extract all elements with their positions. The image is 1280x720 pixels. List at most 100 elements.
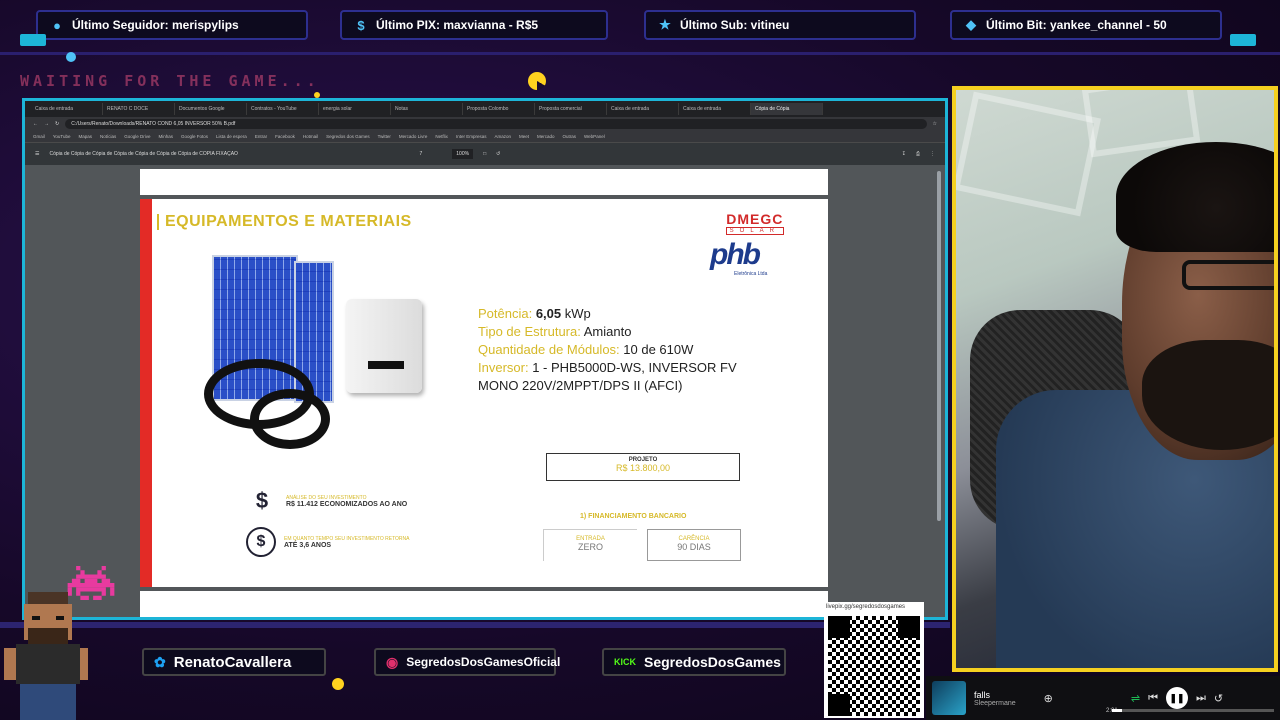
bookmark-item[interactable]: Segredos dos Games xyxy=(326,134,370,139)
browser-tab[interactable]: energia solar xyxy=(319,103,391,115)
entrada-cell: ENTRADA ZERO xyxy=(543,529,637,561)
projeto-box: PROJETO R$ 13.800,00 xyxy=(546,453,740,481)
bookmark-item[interactable]: Lista de espera xyxy=(216,134,247,139)
overlay-divider-bottom xyxy=(0,622,950,628)
print-icon[interactable]: ⎙ xyxy=(916,151,920,157)
pixel-avatar-icon xyxy=(4,592,88,720)
bookmark-item[interactable]: Facebook xyxy=(275,134,295,139)
browser-tab[interactable]: Proposta comercial xyxy=(535,103,607,115)
qr-url: livepix.gg/segredosdosgames xyxy=(826,604,906,610)
rotate-icon[interactable]: ↺ xyxy=(496,151,500,157)
kick-handle[interactable]: KICK SegredosDosGames xyxy=(602,648,786,676)
pdf-page: EQUIPAMENTOS E MATERIAIS DMEGC SOLAR phb… xyxy=(140,199,828,587)
back-icon[interactable]: ← xyxy=(33,121,38,127)
browser-tab[interactable]: Caixa de entrada xyxy=(607,103,679,115)
person-hair xyxy=(1116,142,1274,252)
bookmarks-bar: Gmail YouTube Mapas Notícias Google Driv… xyxy=(25,131,945,143)
last-sub-text: Último Sub: vitineu xyxy=(680,18,790,32)
bookmark-item[interactable]: Mapas xyxy=(78,134,92,139)
overlay-divider-top xyxy=(0,52,1280,55)
browser-tab[interactable]: Documentos Google xyxy=(175,103,247,115)
star-icon: ★ xyxy=(659,17,671,32)
browser-tab[interactable]: Notas xyxy=(391,103,463,115)
retorno-row: $ EM QUANTO TEMPO SEU INVESTIMENTO RETOR… xyxy=(246,527,409,557)
bookmark-item[interactable]: Google Drive xyxy=(124,134,150,139)
browser-tab[interactable]: Caixa de entrada xyxy=(679,103,751,115)
person-glasses xyxy=(1182,260,1274,290)
instagram-handle[interactable]: ◉ SegredosDosGamesOficial xyxy=(374,648,560,676)
red-accent-bar xyxy=(140,199,152,587)
song-artist: Sleepermane xyxy=(974,699,1016,707)
next-icon[interactable]: ⏭ xyxy=(1196,692,1206,705)
download-icon[interactable]: ↧ xyxy=(902,151,906,157)
twitter-text: RenatoCavallera xyxy=(173,653,292,671)
bookmark-item[interactable]: Entrar xyxy=(255,134,267,139)
bookmark-item[interactable]: Hotmail xyxy=(303,134,318,139)
decor-tab xyxy=(20,34,46,46)
bookmark-item[interactable]: Minhas xyxy=(159,134,174,139)
address-bar: ← → ↻ C:/Users/Renato/Downloads/RENATO C… xyxy=(25,117,945,131)
browser-tab-active[interactable]: Cópia de Cópia xyxy=(751,103,823,115)
wall-decor xyxy=(956,91,1101,217)
page-number[interactable]: 7 xyxy=(419,151,422,157)
add-icon[interactable]: ⊕ xyxy=(1044,692,1053,705)
forward-icon[interactable]: → xyxy=(44,121,49,127)
shuffle-icon[interactable]: ⇌ xyxy=(1131,692,1140,705)
qr-code[interactable]: livepix.gg/segredosdosgames xyxy=(824,602,924,718)
bookmark-item[interactable]: Google Fotos xyxy=(181,134,208,139)
analise-row: $ ANÁLISE DO SEU INVESTIMENTO R$ 11.412 … xyxy=(246,485,407,517)
bookmark-item[interactable]: Inter Empresas xyxy=(456,134,487,139)
more-icon[interactable]: ⋮ xyxy=(930,151,935,157)
last-pix-text: Último PIX: maxvianna - R$5 xyxy=(376,18,539,32)
last-follower-text: Último Seguidor: merispylips xyxy=(72,18,239,32)
bookmark-item[interactable]: Amazon xyxy=(494,134,511,139)
tab-strip: Caixa de entrada RENATO C DOCE Documento… xyxy=(25,101,945,117)
repeat-icon[interactable]: ↺ xyxy=(1214,692,1223,705)
album-art xyxy=(932,681,966,715)
zoom-level[interactable]: 100% xyxy=(452,149,474,159)
decor-dot xyxy=(332,678,344,690)
browser-tab[interactable]: Caixa de entrada xyxy=(31,103,103,115)
dmegc-logo: DMEGC SOLAR xyxy=(725,211,784,235)
progress-fill xyxy=(1112,709,1122,712)
bookmark-item[interactable]: Outras xyxy=(563,134,577,139)
dollar-circle-icon: $ xyxy=(246,527,276,557)
pdf-viewer[interactable]: EQUIPAMENTOS E MATERIAIS DMEGC SOLAR phb… xyxy=(25,165,945,617)
bookmark-item[interactable]: YouTube xyxy=(53,134,71,139)
bookmark-item[interactable]: Twitter xyxy=(378,134,391,139)
last-sub-alert: ★ Último Sub: vitineu xyxy=(644,10,916,40)
carencia-cell: CARÊNCIA 90 DIAS xyxy=(647,529,741,561)
menu-icon[interactable]: ☰ xyxy=(35,151,39,157)
twitter-handle[interactable]: ✿ RenatoCavallera xyxy=(142,648,326,676)
browser-tab[interactable]: Proposta Colombo xyxy=(463,103,535,115)
progress-bar[interactable] xyxy=(1112,709,1274,712)
twitter-icon: ✿ xyxy=(154,653,166,670)
fit-icon[interactable]: □ xyxy=(483,151,486,157)
scrollbar[interactable] xyxy=(937,171,941,521)
pdf-title: Cópia de Cópia de Cópia de Cópia de Cópi… xyxy=(49,151,238,157)
cable-coil-image xyxy=(250,389,330,449)
webcam-feed xyxy=(952,86,1278,672)
previous-icon[interactable]: ⏮ xyxy=(1148,692,1158,705)
phb-logo: phb Eletrônica Ltda xyxy=(710,238,768,278)
bookmark-item[interactable]: Mercado xyxy=(537,134,555,139)
music-player: falls Sleepermane ⊕ ⇌ ⏮ ❚❚ ⏭ ↺ 2:01 xyxy=(926,676,1280,720)
inverter-image xyxy=(346,299,422,393)
bookmark-item[interactable]: WebPanel xyxy=(584,134,605,139)
bookmark-item[interactable]: Mercado Livre xyxy=(399,134,428,139)
waiting-text: WAITING FOR THE GAME... xyxy=(20,72,320,90)
bookmark-item[interactable]: Notícias xyxy=(100,134,116,139)
bookmark-item[interactable]: Gmail xyxy=(33,134,45,139)
user-icon: ● xyxy=(53,17,61,33)
browser-tab[interactable]: RENATO C DOCE xyxy=(103,103,175,115)
bookmark-item[interactable]: Meet xyxy=(519,134,529,139)
song-title: falls xyxy=(974,689,991,700)
star-bookmark-icon[interactable]: ☆ xyxy=(933,121,937,127)
pdf-page-previous xyxy=(140,169,828,195)
reload-icon[interactable]: ↻ xyxy=(55,121,59,127)
bookmark-item[interactable]: Netflix xyxy=(435,134,448,139)
last-bit-text: Último Bit: yankee_channel - 50 xyxy=(986,18,1167,32)
browser-tab[interactable]: Contratos - YouTube xyxy=(247,103,319,115)
url-field[interactable]: C:/Users/Renato/Downloads/RENATO COND 6,… xyxy=(65,119,927,129)
pause-button[interactable]: ❚❚ xyxy=(1165,687,1188,709)
